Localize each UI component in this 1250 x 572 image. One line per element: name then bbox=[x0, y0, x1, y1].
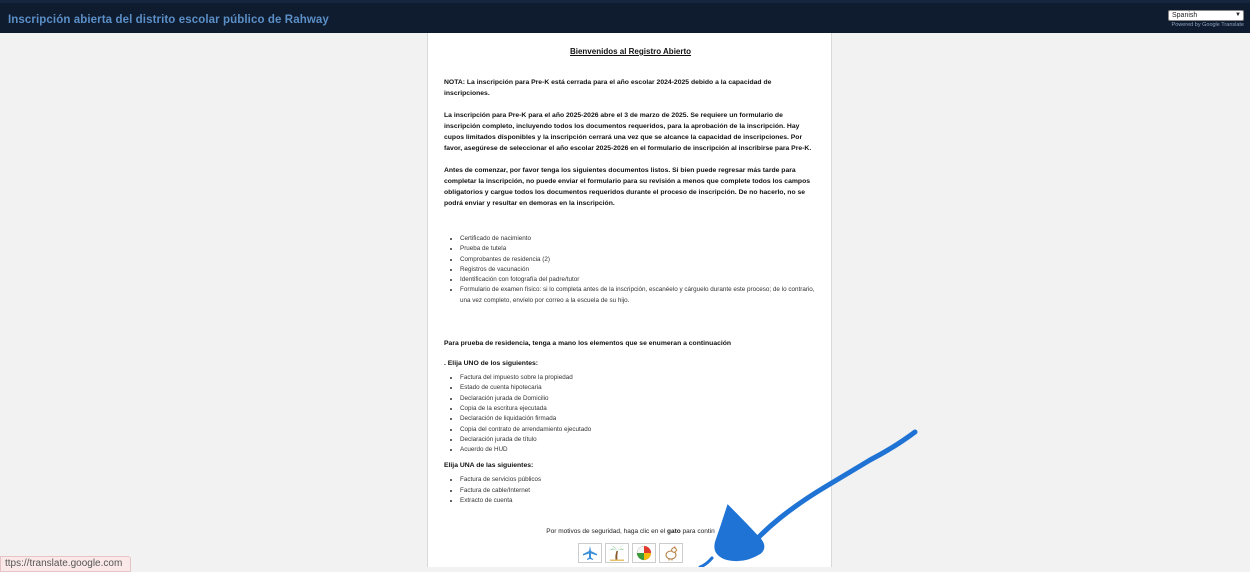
language-select-value: Spanish bbox=[1172, 12, 1198, 19]
list-item: Certificado de nacimiento bbox=[460, 234, 817, 244]
security-suffix: para contin bbox=[680, 528, 715, 536]
list-item: Prueba de tutela bbox=[460, 244, 817, 254]
security-instruction: Por motivos de seguridad, haga clic en e… bbox=[444, 526, 817, 537]
page-title: Bienvenidos al Registro Abierto bbox=[569, 47, 692, 56]
captcha-icon-row bbox=[444, 543, 817, 564]
before-start-paragraph: Antes de comenzar, por favor tenga los s… bbox=[444, 167, 810, 207]
list-item: Estado de cuenta hipotecaria bbox=[460, 383, 817, 393]
list-item: Declaración jurada de título bbox=[460, 435, 817, 445]
prek-info-paragraph: La inscripción para Pre-K para el año 20… bbox=[444, 112, 812, 152]
list-item: Factura de servicios públicos bbox=[460, 475, 817, 485]
language-select[interactable]: Spanish ▼ bbox=[1168, 10, 1244, 21]
choose-one-list: Factura del impuesto sobre la propiedad … bbox=[444, 373, 817, 455]
status-bar-url: ttps://translate.google.com bbox=[0, 556, 132, 572]
residency-heading: Para prueba de residencia, tenga a mano … bbox=[444, 340, 732, 348]
airplane-icon[interactable] bbox=[578, 543, 602, 564]
list-item: Comprobantes de residencia (2) bbox=[460, 255, 817, 265]
list-item: Declaración de liquidación firmada bbox=[460, 414, 817, 424]
list-item: Copia de la escritura ejecutada bbox=[460, 404, 817, 414]
list-item: Formulario de examen físico: si lo compl… bbox=[460, 285, 817, 306]
list-item: Registros de vacunación bbox=[460, 265, 817, 275]
security-target-word: gato bbox=[666, 528, 681, 536]
list-item: Identificación con fotografía del padre/… bbox=[460, 275, 817, 285]
choose-una-list: Factura de servicios públicos Factura de… bbox=[444, 475, 817, 506]
chevron-down-icon: ▼ bbox=[1235, 12, 1241, 18]
required-documents-list: Certificado de nacimiento Prueba de tute… bbox=[444, 234, 817, 306]
list-item: Factura del impuesto sobre la propiedad bbox=[460, 373, 817, 383]
list-item: Declaración jurada de Domicilio bbox=[460, 394, 817, 404]
top-header-bar: Inscripción abierta del distrito escolar… bbox=[0, 0, 1250, 33]
prek-closed-note: NOTA: La inscripción para Pre-K está cer… bbox=[444, 79, 772, 97]
google-translate-widget: Spanish ▼ Powered by Google Translate bbox=[1168, 10, 1244, 28]
list-item: Copia del contrato de arrendamiento ejec… bbox=[460, 425, 817, 435]
list-item: Extracto de cuenta bbox=[460, 496, 817, 506]
palm-tree-icon[interactable] bbox=[605, 543, 629, 564]
choose-one-heading: . Elija UNO de los siguientes: bbox=[444, 360, 539, 368]
list-item: Factura de cable/Internet bbox=[460, 486, 817, 496]
beach-ball-icon[interactable] bbox=[632, 543, 656, 564]
chicken-icon[interactable] bbox=[659, 543, 683, 564]
powered-by-label: Powered by Google Translate bbox=[1171, 22, 1244, 28]
main-content-panel: Bienvenidos al Registro Abierto NOTA: La… bbox=[427, 33, 832, 567]
list-item: Acuerdo de HUD bbox=[460, 445, 817, 455]
site-title[interactable]: Inscripción abierta del distrito escolar… bbox=[8, 14, 329, 26]
choose-una-heading: Elija UNA de las siguientes: bbox=[444, 462, 534, 470]
security-prefix: Por motivos de seguridad, haga clic en e… bbox=[546, 528, 667, 536]
